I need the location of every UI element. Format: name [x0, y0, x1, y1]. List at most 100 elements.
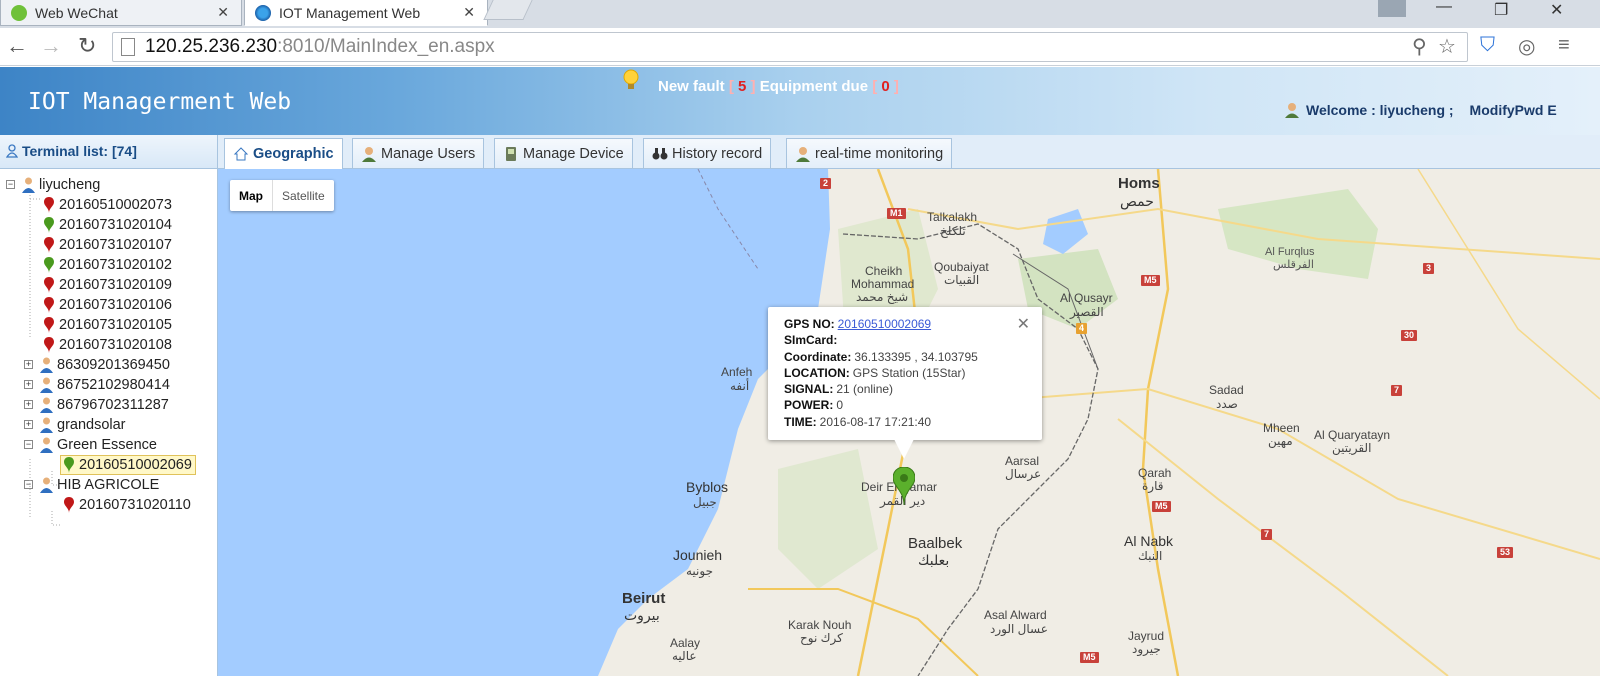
- user-icon: [796, 146, 810, 162]
- gps-no-link[interactable]: 20160510002069: [838, 317, 931, 331]
- tab-manage-users[interactable]: Manage Users: [352, 138, 485, 168]
- zoom-icon[interactable]: ⚲: [1412, 34, 1427, 59]
- tab-label: History record: [672, 145, 763, 162]
- alert-summary[interactable]: New fault [ 5 ] Equipment due [ 0 ]: [658, 78, 899, 95]
- browser-tab-iot[interactable]: IOT Management Web ✕: [244, 0, 488, 26]
- expand-toggle[interactable]: +: [24, 380, 33, 389]
- place-label-ar: جونيه: [686, 564, 714, 578]
- user-icon: [1285, 103, 1299, 118]
- restore-icon[interactable]: ❐: [1494, 0, 1508, 20]
- person-outline-icon: [6, 144, 18, 158]
- collapse-toggle[interactable]: −: [24, 440, 33, 449]
- tree-device-node[interactable]: 20160731020106: [44, 295, 172, 315]
- map-type-map[interactable]: Map: [230, 180, 272, 211]
- place-label-ar: قارة: [1142, 479, 1164, 493]
- user-icon: [22, 177, 35, 193]
- close-icon[interactable]: ✕: [1017, 314, 1030, 334]
- shield-extension-icon[interactable]: ⛉: [1480, 34, 1495, 57]
- time-label: TIME:: [784, 414, 817, 429]
- browser-tab-title: Web WeChat: [35, 4, 118, 21]
- expand-toggle[interactable]: +: [24, 400, 33, 409]
- back-icon[interactable]: ←: [6, 33, 28, 59]
- profile-icon[interactable]: [1378, 0, 1406, 17]
- map-marker-icon[interactable]: [893, 467, 915, 505]
- place-label: Byblos: [686, 479, 729, 495]
- map-type-control: Map Satellite: [230, 180, 334, 211]
- green-pin-icon: [44, 257, 54, 273]
- tree-device-node[interactable]: 20160731020108: [44, 335, 172, 355]
- forward-icon[interactable]: →: [40, 33, 62, 59]
- tab-label: Manage Users: [381, 145, 476, 162]
- map-type-satellite[interactable]: Satellite: [272, 180, 334, 211]
- signal-value: 21 (online): [836, 382, 894, 397]
- red-pin-icon: [44, 197, 54, 213]
- tree-user-node[interactable]: 86796702311287: [40, 395, 169, 415]
- close-tab-icon[interactable]: ✕: [217, 4, 229, 21]
- tree-node-label: 20160731020108: [59, 337, 172, 353]
- map-view[interactable]: Map Satellite 2 M1 M5 3 30 7 4 M5 7 53 M…: [218, 169, 1600, 676]
- extension-icon[interactable]: ◎: [1518, 34, 1535, 59]
- main-tabs: Geographic Manage Users Manage Device Hi…: [218, 135, 1600, 169]
- tab-label: real-time monitoring: [815, 145, 944, 162]
- expand-toggle[interactable]: +: [24, 420, 33, 429]
- bookmark-star-icon[interactable]: ☆: [1438, 34, 1456, 59]
- tab-history-record[interactable]: History record: [643, 138, 772, 168]
- place-label-ar: عاليه: [672, 649, 697, 663]
- tree-user-node[interactable]: liyucheng: [22, 175, 100, 195]
- place-label-ar: الفرقلس: [1273, 259, 1314, 271]
- tree-device-node[interactable]: 20160731020110: [64, 495, 191, 515]
- reload-icon[interactable]: ↻: [78, 33, 96, 59]
- red-pin-icon: [44, 237, 54, 253]
- address-port: :8010: [277, 36, 325, 57]
- tree-device-node[interactable]: 20160510002069: [60, 455, 196, 475]
- tree-user-node[interactable]: grandsolar: [40, 415, 126, 435]
- tab-label: Geographic: [253, 146, 334, 162]
- terminal-list-header: Terminal list: [74]: [0, 135, 217, 169]
- expand-toggle[interactable]: +: [24, 360, 33, 369]
- tree-node-label: 20160731020109: [59, 277, 172, 293]
- tree-user-node[interactable]: 86752102980414: [40, 375, 170, 395]
- place-label-ar: حمص: [1120, 193, 1154, 209]
- tab-real-time-monitoring[interactable]: real-time monitoring: [786, 138, 953, 168]
- green-pin-icon: [44, 217, 54, 233]
- terminal-list-panel: Terminal list: [74] − liyucheng 2016051000…: [0, 135, 218, 676]
- place-label-ar: عرسال: [1005, 467, 1042, 481]
- close-tab-icon[interactable]: ✕: [463, 4, 475, 21]
- new-tab-button[interactable]: [483, 0, 533, 20]
- collapse-toggle[interactable]: −: [6, 180, 15, 189]
- place-label-ar: كرك نوح: [800, 631, 843, 645]
- tree-user-node[interactable]: 86309201369450: [40, 355, 170, 375]
- tree-node-label: 86796702311287: [57, 397, 169, 413]
- road-shield: M5: [1152, 501, 1171, 512]
- tab-manage-device[interactable]: Manage Device: [494, 138, 633, 168]
- tree-node-label: HIB AGRICOLE: [57, 477, 160, 493]
- menu-icon[interactable]: ≡: [1558, 34, 1570, 57]
- tree-user-node[interactable]: HIB AGRICOLE: [40, 475, 159, 495]
- tab-geographic[interactable]: Geographic: [224, 138, 343, 169]
- location-value: GPS Station (15Star): [852, 365, 966, 380]
- tree-device-node[interactable]: 20160731020104: [44, 215, 172, 235]
- ie-globe-icon: [255, 4, 271, 21]
- tree-user-node[interactable]: Green Essence: [40, 435, 157, 455]
- address-bar[interactable]: 120.25.236.230:8010/MainIndex_en.aspx: [112, 32, 1468, 62]
- page-icon: [121, 38, 135, 56]
- place-label: Talkalakh: [927, 210, 978, 224]
- app-title: IOT Managerment Web: [28, 89, 292, 115]
- place-label: Al Qusayr: [1060, 291, 1113, 305]
- window-close-icon[interactable]: ✕: [1550, 0, 1563, 20]
- collapse-toggle[interactable]: −: [24, 480, 33, 489]
- modify-password-link[interactable]: ModifyPwd E: [1470, 102, 1557, 118]
- red-pin-icon: [44, 297, 54, 313]
- tree-device-node[interactable]: 20160731020105: [44, 315, 172, 335]
- tree-device-node[interactable]: 20160731020109: [44, 275, 172, 295]
- time-value: 2016-08-17 17:21:40: [819, 414, 932, 429]
- road-shield: 2: [820, 178, 832, 189]
- terminal-list-title: Terminal list: [74]: [22, 143, 137, 159]
- tree-device-node[interactable]: 20160731020107: [44, 235, 172, 255]
- minimize-icon[interactable]: —: [1436, 0, 1452, 16]
- tree-device-node[interactable]: 20160731020102: [44, 255, 172, 275]
- browser-tab-wechat[interactable]: Web WeChat ✕: [0, 0, 242, 26]
- gps-no-label: GPS NO:: [784, 317, 835, 331]
- wechat-icon: [11, 4, 27, 21]
- tree-device-node[interactable]: 20160510002073: [44, 195, 172, 215]
